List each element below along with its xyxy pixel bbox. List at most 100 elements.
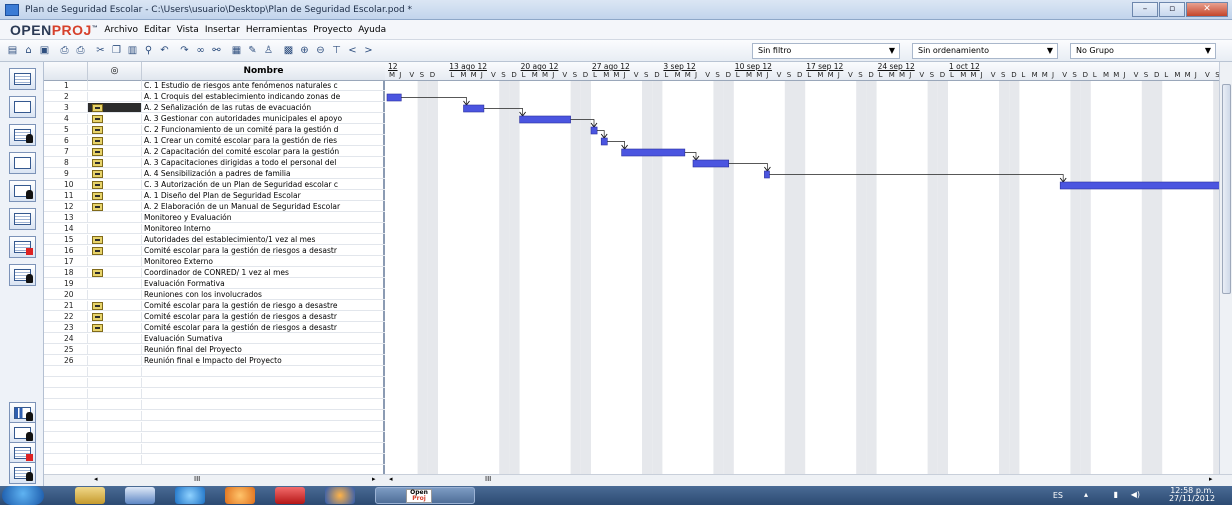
task-name[interactable]: Comité escolar para la gestión de riesgo…: [144, 323, 385, 332]
task-name[interactable]: Reunión final del Proyecto: [144, 345, 385, 354]
scroll-thumb-grip[interactable]: III: [485, 475, 491, 483]
link-icon[interactable]: ∞: [194, 44, 207, 57]
note-icon[interactable]: [92, 324, 103, 332]
show-hidden-icons-icon[interactable]: ▴: [1084, 490, 1088, 499]
task-name[interactable]: Monitoreo Externo: [144, 257, 385, 266]
group-select[interactable]: No Grupo ▼: [1070, 43, 1216, 59]
table-row[interactable]: 24 Evaluación Sumativa: [44, 334, 385, 344]
task-name[interactable]: [144, 389, 385, 398]
openproj-taskbar-button[interactable]: Open Proj: [375, 487, 475, 504]
task-name[interactable]: A. 2 Elaboración de un Manual de Segurid…: [144, 202, 385, 211]
note-icon[interactable]: [92, 269, 103, 277]
unlink-icon[interactable]: ⚯: [210, 44, 223, 57]
task-name[interactable]: C. 1 Estudio de riesgos ante fenómenos n…: [144, 81, 385, 90]
table-row[interactable]: [44, 400, 385, 410]
task-bar[interactable]: [590, 126, 598, 135]
task-name[interactable]: A. 3 Capacitaciones dirigidas a todo el …: [144, 158, 385, 167]
task-bar[interactable]: [386, 93, 402, 102]
table-row[interactable]: [44, 455, 385, 465]
task-name[interactable]: A. 1 Croquis del establecimiento indican…: [144, 92, 385, 101]
task-name[interactable]: A. 4 Sensibilización a padres de familia: [144, 169, 385, 178]
task-bar[interactable]: [692, 159, 730, 168]
menu-vista[interactable]: Vista: [177, 25, 199, 35]
notes-icon[interactable]: ✎: [246, 44, 259, 57]
open-folder-icon[interactable]: ⌂: [22, 44, 35, 57]
dependency-link[interactable]: [728, 163, 768, 172]
filter-select[interactable]: Sin filtro ▼: [752, 43, 900, 59]
report-view-icon[interactable]: [9, 208, 36, 230]
table-row[interactable]: [44, 411, 385, 421]
task-name[interactable]: Monitoreo Interno: [144, 224, 385, 233]
table-row[interactable]: 14 Monitoreo Interno: [44, 224, 385, 234]
table-row[interactable]: [44, 378, 385, 388]
gantt-view-icon[interactable]: [9, 68, 36, 90]
menu-proyecto[interactable]: Proyecto: [313, 25, 352, 35]
note-icon[interactable]: [92, 115, 103, 123]
note-icon[interactable]: [92, 148, 103, 156]
table-row[interactable]: 12 A. 2 Elaboración de un Manual de Segur…: [44, 202, 385, 212]
histogram-icon[interactable]: [9, 402, 36, 424]
task-bar[interactable]: [621, 148, 686, 157]
menu-editar[interactable]: Editar: [144, 25, 171, 35]
task-name[interactable]: A. 2 Capacitación del comité escolar par…: [144, 147, 385, 156]
task-name[interactable]: Comité escolar para la gestión de riesgo…: [144, 301, 385, 310]
filter-icon[interactable]: ⊤: [330, 44, 343, 57]
task-name[interactable]: [144, 411, 385, 420]
task-name[interactable]: A. 1 Diseño del Plan de Seguridad Escola…: [144, 191, 385, 200]
scroll-thumb[interactable]: [1222, 84, 1231, 294]
acrobat-icon[interactable]: [275, 487, 305, 504]
maximize-button[interactable]: ▫: [1159, 2, 1185, 17]
assign-resources-icon[interactable]: ♙: [262, 44, 275, 57]
scroll-right-icon[interactable]: >: [362, 44, 375, 57]
table-row[interactable]: 3 A. 2 Señalización de las rutas de evacu…: [44, 103, 385, 113]
task-name[interactable]: Monitoreo y Evaluación: [144, 213, 385, 222]
table-row[interactable]: 19 Evaluación Formativa: [44, 279, 385, 289]
note-icon[interactable]: [92, 236, 103, 244]
zoom-out-icon[interactable]: ⊖: [314, 44, 327, 57]
copy-icon[interactable]: ❐: [110, 44, 123, 57]
task-name[interactable]: Evaluación Formativa: [144, 279, 385, 288]
task-bar[interactable]: [600, 137, 608, 146]
task-bar[interactable]: [1059, 181, 1219, 190]
table-row[interactable]: 21 Comité escolar para la gestión de ries…: [44, 301, 385, 311]
explorer-icon[interactable]: [75, 487, 105, 504]
sort-select[interactable]: Sin ordenamiento ▼: [912, 43, 1058, 59]
table-row[interactable]: 25 Reunión final del Proyecto: [44, 345, 385, 355]
table-row[interactable]: [44, 389, 385, 399]
note-icon[interactable]: [92, 159, 103, 167]
scroll-thumb-grip[interactable]: III: [194, 475, 200, 483]
menu-archivo[interactable]: Archivo: [104, 25, 138, 35]
table-row[interactable]: 4 A. 3 Gestionar con autoridades municipa…: [44, 114, 385, 124]
task-name[interactable]: A. 3 Gestionar con autoridades municipal…: [144, 114, 385, 123]
task-name[interactable]: A. 2 Señalización de las rutas de evacua…: [144, 103, 385, 112]
task-bar[interactable]: [764, 170, 770, 179]
table-row[interactable]: 17 Monitoreo Externo: [44, 257, 385, 267]
paste-icon[interactable]: ▥: [126, 44, 139, 57]
name-column-header[interactable]: Nombre: [142, 62, 385, 81]
task-info-icon[interactable]: ▦: [230, 44, 243, 57]
id-column-header[interactable]: [44, 62, 88, 81]
network-icon[interactable]: ▮: [1114, 490, 1118, 499]
task-name[interactable]: [144, 422, 385, 431]
scroll-left-arrow[interactable]: ◂: [94, 475, 98, 483]
scroll-right-arrow[interactable]: ▸: [1209, 475, 1213, 483]
task-name[interactable]: [144, 444, 385, 453]
task-name[interactable]: Comité escolar para la gestión de riesgo…: [144, 312, 385, 321]
minimize-button[interactable]: –: [1132, 2, 1158, 17]
table-row[interactable]: [44, 422, 385, 432]
network-view-icon[interactable]: [9, 96, 36, 118]
table-row[interactable]: 18 Coordinador de CONRED/ 1 vez al mes: [44, 268, 385, 278]
scroll-left-icon[interactable]: <: [346, 44, 359, 57]
volume-icon[interactable]: ◀): [1131, 490, 1140, 499]
gantt-horizontal-scrollbar[interactable]: ◂ III ▸: [385, 474, 1232, 486]
task-name[interactable]: [144, 455, 385, 464]
table-row[interactable]: 7 A. 2 Capacitación del comité escolar pa…: [44, 147, 385, 157]
note-icon[interactable]: [92, 192, 103, 200]
menu-ayuda[interactable]: Ayuda: [358, 25, 386, 35]
indicator-column-header[interactable]: ◎: [88, 62, 142, 81]
table-row[interactable]: 20 Reuniones con los involucrados: [44, 290, 385, 300]
note-icon[interactable]: [92, 126, 103, 134]
word-icon[interactable]: [125, 487, 155, 504]
table-row[interactable]: 11 A. 1 Diseño del Plan de Seguridad Esco…: [44, 191, 385, 201]
resource-usage-icon[interactable]: [9, 264, 36, 286]
